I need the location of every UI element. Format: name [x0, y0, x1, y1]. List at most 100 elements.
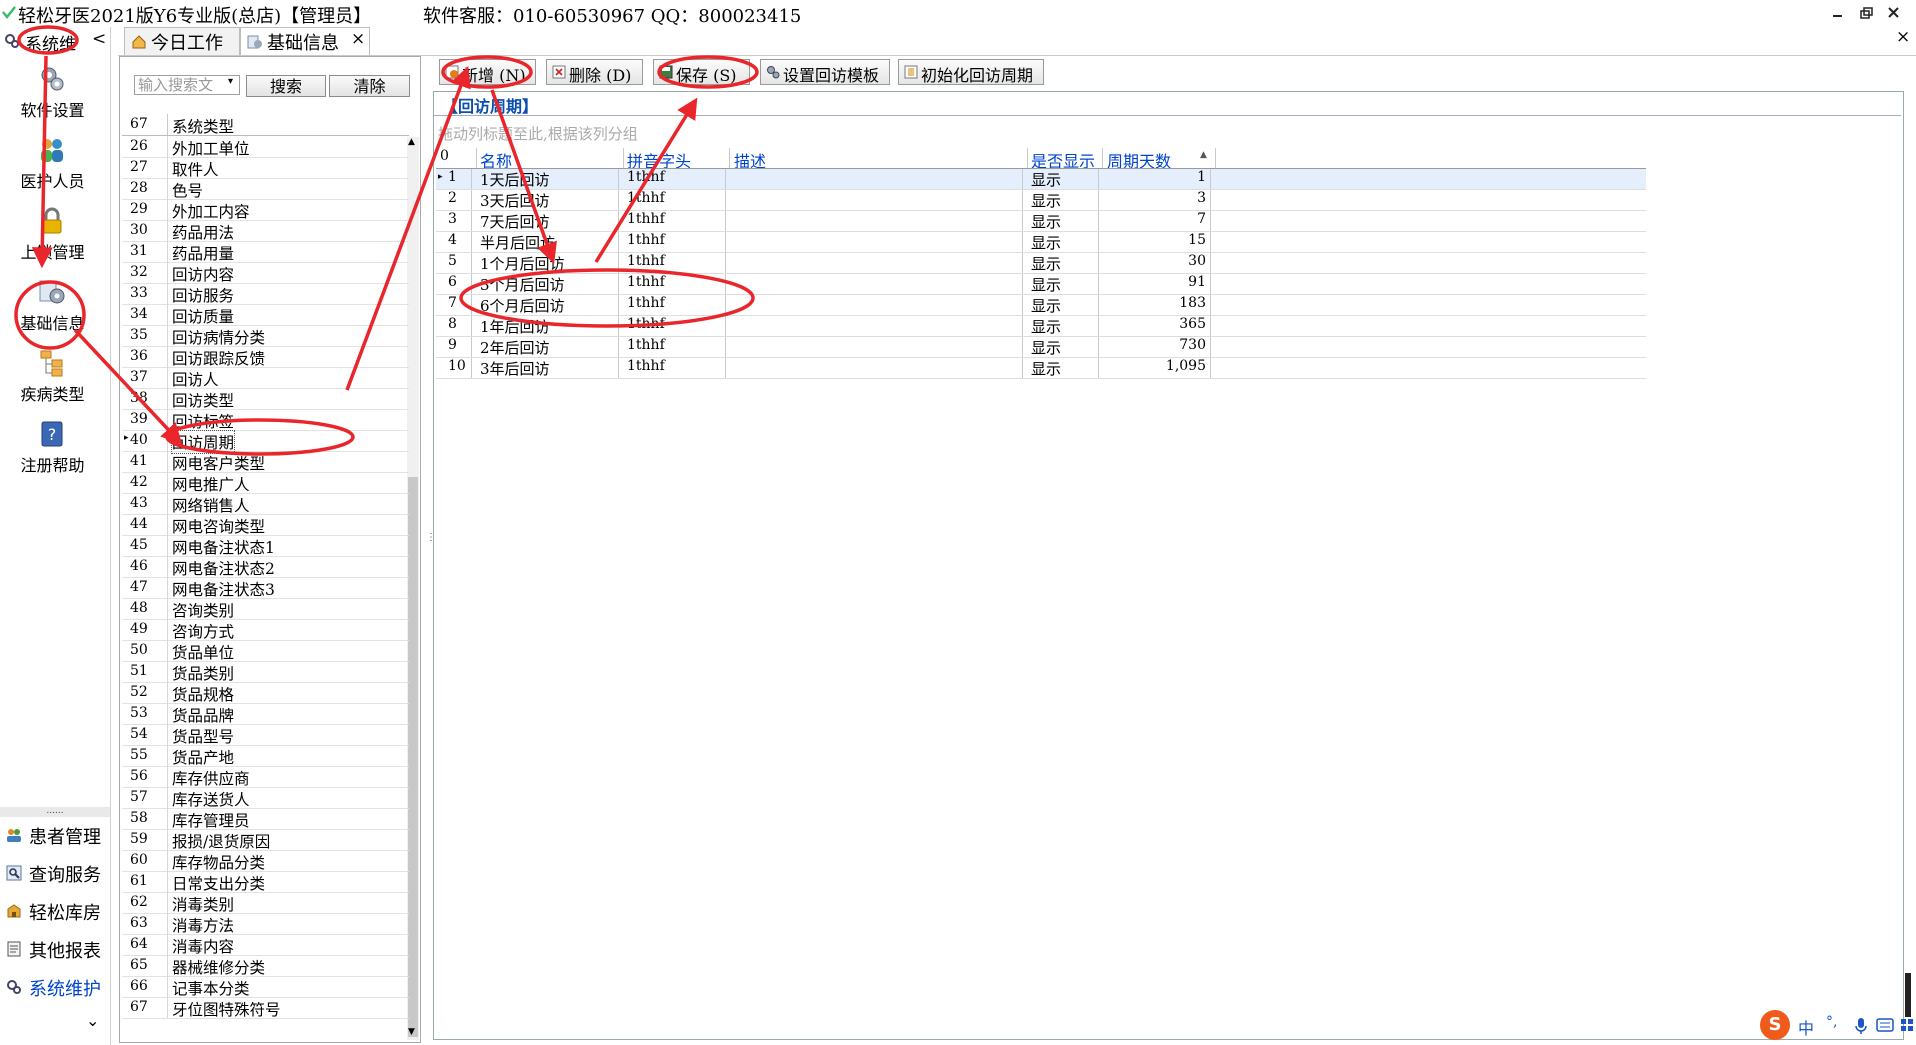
- cell-pinyin[interactable]: 1thhf: [624, 337, 726, 357]
- cell-index[interactable]: 7: [436, 295, 472, 315]
- restore-button[interactable]: [1855, 3, 1877, 23]
- list-item[interactable]: 43 网络销售人: [122, 493, 409, 515]
- cell-cycle-days[interactable]: 1,095: [1103, 358, 1211, 378]
- list-item[interactable]: 41 网电客户类型: [122, 451, 409, 473]
- list-item[interactable]: 65 器械维修分类: [122, 955, 409, 977]
- ime-punct[interactable]: °,: [1826, 1014, 1837, 1030]
- cell-index[interactable]: 10: [436, 358, 472, 378]
- column-header-description[interactable]: 描述: [730, 148, 1028, 168]
- tab-today-work[interactable]: 今日工作: [124, 27, 240, 55]
- list-item[interactable]: 38 回访类型: [122, 388, 409, 410]
- list-item[interactable]: 47 网电备注状态3: [122, 577, 409, 599]
- right-scrollbar-thumb[interactable]: [1905, 973, 1911, 1017]
- cell-description[interactable]: [730, 358, 1023, 378]
- tab-basic-info[interactable]: 基础信息 ×: [240, 27, 370, 55]
- cell-name[interactable]: 2年后回访: [476, 337, 619, 357]
- cell-description[interactable]: [730, 274, 1023, 294]
- cell-pinyin[interactable]: 1thhf: [624, 169, 726, 189]
- bottom-nav-warehouse[interactable]: 轻松库房: [0, 895, 110, 925]
- cell-visible[interactable]: 显示: [1028, 211, 1099, 231]
- column-header-pinyin[interactable]: 拼音字头: [624, 148, 730, 168]
- table-row[interactable]: 3 7天后回访 1thhf 显示 7: [436, 211, 1646, 232]
- list-item[interactable]: 36 回访跟踪反馈: [122, 346, 409, 368]
- nav-header[interactable]: 系统维 <: [0, 27, 110, 55]
- cell-visible[interactable]: 显示: [1028, 358, 1099, 378]
- cell-pinyin[interactable]: 1thhf: [624, 253, 726, 273]
- cell-index[interactable]: 5: [436, 253, 472, 273]
- list-item[interactable]: 29 外加工内容: [122, 199, 409, 221]
- cell-description[interactable]: [730, 316, 1023, 336]
- list-item[interactable]: 35 回访病情分类: [122, 325, 409, 347]
- list-item[interactable]: 39 回访标签: [122, 409, 409, 431]
- list-item[interactable]: 34 回访质量: [122, 304, 409, 326]
- list-item[interactable]: 28 色号: [122, 178, 409, 200]
- minimize-button[interactable]: [1827, 3, 1849, 23]
- table-row[interactable]: 5 1个月后回访 1thhf 显示 30: [436, 253, 1646, 274]
- bottom-nav-patients[interactable]: 患者管理: [0, 819, 110, 849]
- cell-cycle-days[interactable]: 3: [1103, 190, 1211, 210]
- keyboard-icon[interactable]: [1876, 1018, 1894, 1032]
- cell-description[interactable]: [730, 211, 1023, 231]
- close-all-icon[interactable]: ×: [1896, 27, 1910, 47]
- cell-visible[interactable]: 显示: [1028, 190, 1099, 210]
- init-cycle-button[interactable]: 初始化回访周期: [898, 59, 1044, 85]
- list-item[interactable]: 62 消毒类别: [122, 892, 409, 914]
- list-item[interactable]: 46 网电备注状态2: [122, 556, 409, 578]
- set-template-button[interactable]: 设置回访模板: [760, 59, 890, 85]
- delete-button[interactable]: 删除 (D): [546, 59, 643, 85]
- cell-pinyin[interactable]: 1thhf: [624, 316, 726, 336]
- list-item[interactable]: 59 报损/退货原因: [122, 829, 409, 851]
- cell-name[interactable]: 1天后回访: [476, 169, 619, 189]
- table-row[interactable]: 7 6个月后回访 1thhf 显示 183: [436, 295, 1646, 316]
- bottom-nav-maintenance[interactable]: 系统维护: [0, 971, 110, 1001]
- list-item[interactable]: 32 回访内容: [122, 262, 409, 284]
- list-item[interactable]: 40 回访周期 ▸: [122, 430, 409, 454]
- list-item[interactable]: 57 库存送货人: [122, 787, 409, 809]
- cell-cycle-days[interactable]: 365: [1103, 316, 1211, 336]
- table-row[interactable]: 6 3个月后回访 1thhf 显示 91: [436, 274, 1646, 295]
- list-item[interactable]: 66 记事本分类: [122, 976, 409, 998]
- list-item[interactable]: 50 货品单位: [122, 640, 409, 662]
- nav-item-lock[interactable]: 上锁管理: [0, 207, 105, 277]
- list-item[interactable]: 44 网电咨询类型: [122, 514, 409, 536]
- panel-splitter[interactable]: ⋮: [424, 56, 436, 1041]
- list-item[interactable]: 67 牙位图特殊符号: [122, 997, 409, 1019]
- cell-visible[interactable]: 显示: [1028, 169, 1099, 189]
- group-by-hint[interactable]: 拖动列标题至此,根据该列分组: [438, 123, 638, 144]
- list-item[interactable]: 54 货品型号: [122, 724, 409, 746]
- cell-index[interactable]: 9: [436, 337, 472, 357]
- cell-name[interactable]: 3个月后回访: [476, 274, 619, 294]
- cell-pinyin[interactable]: 1thhf: [624, 232, 726, 252]
- cell-name[interactable]: 半月后回访: [476, 232, 619, 252]
- nav-item-software-settings[interactable]: 软件设置: [0, 65, 105, 135]
- cell-index[interactable]: 6: [436, 274, 472, 294]
- cell-pinyin[interactable]: 1thhf: [624, 274, 726, 294]
- cell-name[interactable]: 3年后回访: [476, 358, 619, 378]
- cell-visible[interactable]: 显示: [1028, 253, 1099, 273]
- nav-splitter-dots[interactable]: ......: [0, 807, 110, 817]
- list-item[interactable]: 51 货品类别: [122, 661, 409, 683]
- table-row[interactable]: 8 1年后回访 1thhf 显示 365: [436, 316, 1646, 337]
- column-header-index[interactable]: 0: [436, 148, 477, 168]
- list-item[interactable]: 31 药品用量: [122, 241, 409, 263]
- cell-description[interactable]: [730, 169, 1023, 189]
- cell-visible[interactable]: 显示: [1028, 295, 1099, 315]
- cell-name[interactable]: 1个月后回访: [476, 253, 619, 273]
- list-item[interactable]: 26 外加工单位: [122, 136, 409, 158]
- cell-name[interactable]: 1年后回访: [476, 316, 619, 336]
- scroll-up-icon[interactable]: ▲: [408, 137, 415, 147]
- cell-name[interactable]: 7天后回访: [476, 211, 619, 231]
- cell-description[interactable]: [730, 232, 1023, 252]
- clear-button[interactable]: 清除: [329, 75, 410, 97]
- cell-cycle-days[interactable]: 183: [1103, 295, 1211, 315]
- list-item[interactable]: 45 网电备注状态1: [122, 535, 409, 557]
- dropdown-chevron-icon[interactable]: ▾: [228, 76, 233, 87]
- save-button[interactable]: 保存 (S): [653, 59, 750, 85]
- cell-cycle-days[interactable]: 15: [1103, 232, 1211, 252]
- nav-item-basic-info[interactable]: 基础信息: [0, 278, 105, 348]
- cell-name[interactable]: 6个月后回访: [476, 295, 619, 315]
- cell-index[interactable]: 3: [436, 211, 472, 231]
- cell-description[interactable]: [730, 337, 1023, 357]
- cell-visible[interactable]: 显示: [1028, 337, 1099, 357]
- cell-cycle-days[interactable]: 7: [1103, 211, 1211, 231]
